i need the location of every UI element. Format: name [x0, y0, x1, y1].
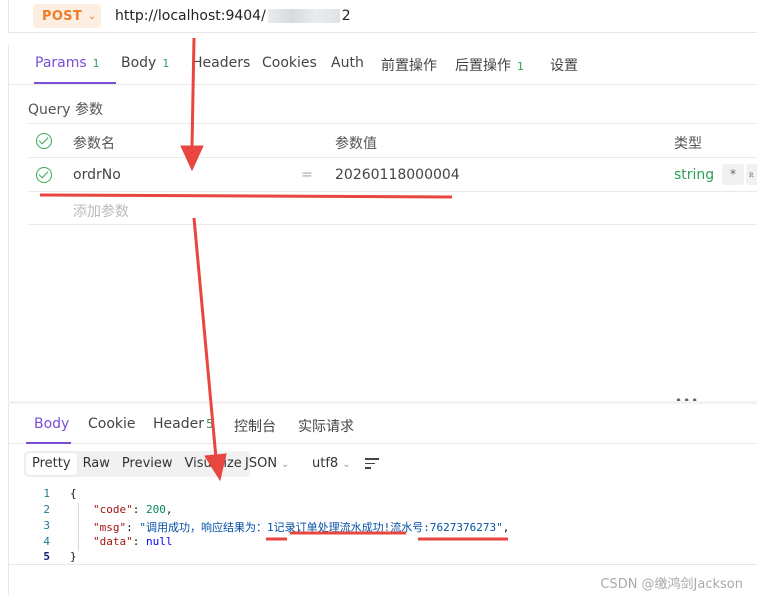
- tab-label: Cookies: [262, 55, 317, 71]
- tab-actual-request[interactable]: 实际请求: [298, 416, 354, 436]
- view-visualize-button[interactable]: Visualize: [179, 453, 248, 475]
- format-select[interactable]: JSON ⌄: [245, 456, 289, 471]
- json-close-brace: }: [70, 550, 77, 563]
- table-row: ordrNo = 20260118000004 string * ꭱ: [28, 158, 757, 192]
- line-number: 3: [43, 519, 50, 532]
- method-label: POST: [42, 8, 83, 24]
- line-number: 5: [43, 550, 50, 563]
- url-suffix: 2: [341, 8, 351, 24]
- tab-label: 控制台: [234, 419, 276, 435]
- chevron-down-icon: ⌄: [281, 459, 290, 470]
- encoding-select[interactable]: utf8 ⌄: [312, 456, 351, 471]
- required-toggle[interactable]: *: [722, 164, 744, 185]
- table-header-row: 参数名 参数值 类型: [28, 124, 757, 158]
- tab-settings[interactable]: 设置: [550, 55, 578, 75]
- tab-post-request[interactable]: 后置操作 1: [455, 55, 524, 75]
- tab-label: Headers: [192, 55, 251, 71]
- view-raw-button[interactable]: Raw: [77, 453, 116, 475]
- tab-auth[interactable]: Auth: [331, 55, 364, 71]
- line-number: 4: [43, 535, 50, 548]
- word-wrap-icon[interactable]: [365, 458, 379, 470]
- chevron-down-icon: ⌄: [88, 10, 97, 22]
- format-label: JSON: [245, 456, 278, 471]
- tab-badge: 1: [517, 60, 524, 73]
- param-options-button[interactable]: ꭱ: [746, 164, 757, 185]
- url-bar: POST ⌄ http://localhost:9404/2: [8, 0, 757, 33]
- line-number: 2: [43, 503, 50, 516]
- add-param-input[interactable]: 添加参数: [73, 201, 129, 221]
- column-header-type: 类型: [674, 136, 702, 152]
- json-key: "data": [93, 535, 133, 548]
- param-value-input[interactable]: 20260118000004: [335, 167, 460, 183]
- json-value: null: [146, 535, 173, 548]
- active-tab-indicator: [26, 442, 71, 444]
- url-input[interactable]: http://localhost:9404/2: [115, 8, 351, 24]
- tab-label: 实际请求: [298, 419, 354, 435]
- url-prefix: http://localhost:9404/: [115, 8, 266, 24]
- tab-pre-request[interactable]: 前置操作: [381, 55, 437, 75]
- request-tabs: Params 1 Body 1 Headers Cookies Auth 前置操作 …: [8, 45, 757, 85]
- json-line-data: "data": null: [93, 535, 173, 548]
- response-body-editor[interactable]: 1 2 3 4 5 { "code": 200, "msg": "调用成功，响应…: [8, 483, 757, 565]
- select-all-checkbox[interactable]: [36, 133, 52, 149]
- json-key: "code": [93, 503, 133, 516]
- tab-badge: 1: [162, 57, 170, 70]
- watermark: CSDN @缴鸿剑Jackson: [600, 577, 743, 592]
- tab-label: 设置: [550, 58, 578, 74]
- param-type-select[interactable]: string: [674, 167, 714, 183]
- view-preview-button[interactable]: Preview: [116, 453, 179, 475]
- line-number: 1: [43, 487, 50, 500]
- tab-console[interactable]: 控制台: [234, 416, 276, 436]
- tab-label: Body: [121, 55, 157, 71]
- json-open-brace: {: [70, 487, 77, 500]
- json-value: 200: [146, 503, 166, 516]
- tab-label: 后置操作: [455, 58, 511, 74]
- equals-sign: =: [301, 167, 313, 183]
- tab-label: Params: [35, 55, 87, 71]
- tab-label: Body: [34, 416, 70, 432]
- encoding-label: utf8: [312, 456, 339, 471]
- tab-label: Cookie: [88, 416, 136, 432]
- tab-body[interactable]: Body 1: [121, 55, 169, 71]
- tab-params[interactable]: Params 1: [35, 55, 100, 71]
- query-params-table: 参数名 参数值 类型 ordrNo = 20260118000004 strin…: [28, 123, 757, 225]
- view-mode-switch: Pretty Raw Preview Visualize: [24, 451, 250, 477]
- param-name-input[interactable]: ordrNo: [73, 167, 121, 183]
- json-value: "调用成功，响应结果为：1记录订单处理流水成功!流水号:7627376273": [139, 521, 503, 534]
- tab-response-body[interactable]: Body: [34, 416, 69, 432]
- redacted-url-segment: [267, 9, 340, 23]
- tab-label: Auth: [331, 55, 364, 71]
- active-tab-indicator: [34, 82, 116, 84]
- tab-response-cookie[interactable]: Cookie: [88, 416, 136, 432]
- query-params-title: Query 参数: [28, 102, 103, 118]
- json-line-msg: "msg": "调用成功，响应结果为：1记录订单处理流水成功!流水号:76273…: [93, 521, 510, 534]
- tab-badge: 1: [92, 57, 100, 70]
- column-header-name: 参数名: [73, 136, 115, 152]
- json-key: "msg": [93, 521, 127, 534]
- indent-guide: [78, 503, 79, 551]
- json-line-code: "code": 200,: [93, 503, 173, 516]
- tab-label: 前置操作: [381, 58, 437, 74]
- param-enabled-checkbox[interactable]: [36, 167, 52, 183]
- chevron-down-icon: ⌄: [342, 459, 351, 470]
- column-header-value: 参数值: [335, 136, 377, 152]
- tab-cookies[interactable]: Cookies: [262, 55, 317, 71]
- table-row-add: 添加参数: [28, 192, 757, 225]
- tab-response-header[interactable]: Header 5: [153, 416, 214, 432]
- view-pretty-button[interactable]: Pretty: [26, 453, 77, 475]
- response-tabs: Body Cookie Header 5 控制台 实际请求: [8, 404, 757, 444]
- tab-badge: 5: [205, 417, 214, 431]
- tab-label: Header: [153, 416, 204, 432]
- tab-headers[interactable]: Headers: [192, 55, 250, 71]
- method-select[interactable]: POST ⌄: [33, 4, 101, 28]
